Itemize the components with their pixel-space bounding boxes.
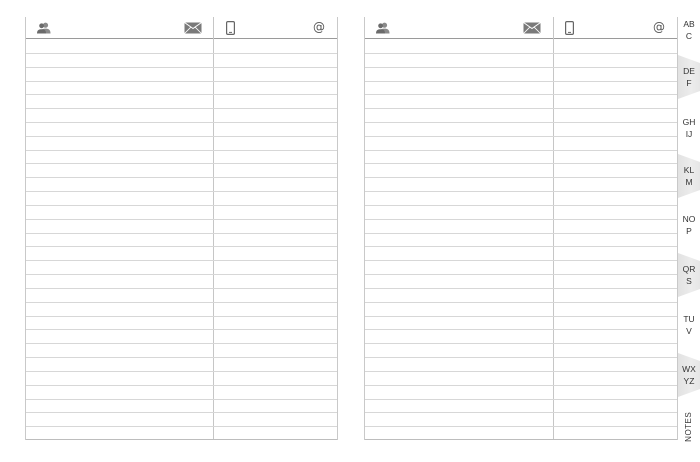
- page-bottom-edge: [365, 439, 677, 440]
- entry-line: [26, 301, 337, 303]
- address-page-left: @: [25, 17, 338, 440]
- envelope-icon: [183, 20, 203, 36]
- entry-line: [26, 218, 337, 220]
- index-tab-nop[interactable]: NO P: [678, 203, 700, 247]
- entry-line: [365, 412, 677, 414]
- entry-line: [365, 315, 677, 317]
- entry-line: [365, 135, 677, 137]
- index-tab-def[interactable]: DE F: [678, 55, 700, 99]
- index-tab-qrs[interactable]: QR S: [678, 253, 700, 297]
- entry-line: [26, 66, 337, 68]
- entry-line: [26, 149, 337, 151]
- entry-line: [26, 108, 337, 110]
- page-bottom-edge: [26, 439, 337, 440]
- entry-line: [26, 135, 337, 137]
- entry-line: [26, 191, 337, 193]
- entry-line: [26, 329, 337, 331]
- entry-line: [365, 122, 677, 123]
- entry-line: [365, 80, 677, 82]
- entry-line: [365, 149, 677, 151]
- index-tab-label: TU V: [683, 313, 695, 336]
- entry-lines: [26, 39, 337, 440]
- index-tab-ghij[interactable]: GH IJ: [678, 106, 700, 150]
- entry-line: [365, 357, 677, 358]
- entry-line: [365, 204, 677, 206]
- entry-line: [365, 246, 677, 248]
- index-tab-label: KL M: [683, 164, 695, 187]
- entry-line: [26, 287, 337, 289]
- entry-line: [26, 357, 337, 358]
- index-tab-label: NO P: [682, 213, 696, 236]
- entry-line: [365, 232, 677, 234]
- page-header: @: [26, 17, 337, 39]
- entry-line: [365, 426, 677, 428]
- index-tab-tuv[interactable]: TU V: [678, 303, 700, 347]
- page-header: @: [365, 17, 677, 39]
- index-tab-label: DE F: [683, 65, 695, 88]
- entry-line: [365, 191, 677, 193]
- email-at-symbol: @: [313, 20, 325, 34]
- entry-line: [365, 329, 677, 331]
- index-tab-label: NOTES: [684, 411, 694, 443]
- entry-line: [365, 301, 677, 303]
- entry-lines: [365, 39, 677, 440]
- entry-line: [365, 398, 677, 400]
- entry-line: [365, 370, 677, 372]
- entry-line: [365, 343, 677, 345]
- entry-line: [26, 122, 337, 123]
- entry-line: [26, 260, 337, 262]
- person-icon: [374, 20, 392, 36]
- mobile-phone-icon: [563, 20, 575, 36]
- email-at-symbol: @: [653, 20, 665, 34]
- entry-line: [26, 315, 337, 317]
- entry-line: [26, 204, 337, 206]
- entry-line: [26, 163, 337, 165]
- index-tab-wxyz[interactable]: WX YZ: [678, 353, 700, 397]
- entry-line: [26, 426, 337, 428]
- index-tab-label: WX YZ: [682, 363, 696, 386]
- entry-line: [26, 80, 337, 82]
- entry-line: [26, 246, 337, 248]
- index-tab-klm[interactable]: KL M: [678, 154, 700, 198]
- index-tab-notes[interactable]: NOTES: [678, 405, 700, 449]
- entry-line: [365, 260, 677, 262]
- index-tab-abc[interactable]: AB C: [678, 8, 700, 52]
- entry-line: [365, 287, 677, 289]
- entry-line: [26, 52, 337, 54]
- address-page-right: @: [364, 17, 678, 440]
- entry-line: [365, 66, 677, 68]
- entry-line: [26, 370, 337, 372]
- entry-line: [365, 384, 677, 386]
- entry-line: [26, 398, 337, 400]
- index-tab-label: AB C: [683, 18, 695, 41]
- entry-line: [26, 177, 337, 179]
- entry-line: [26, 274, 337, 276]
- entry-line: [365, 52, 677, 54]
- index-tab-label: QR S: [682, 263, 696, 286]
- entry-line: [26, 412, 337, 414]
- entry-line: [26, 343, 337, 345]
- mobile-phone-icon: [224, 20, 236, 36]
- entry-line: [365, 163, 677, 165]
- entry-line: [365, 94, 677, 96]
- entry-line: [365, 108, 677, 110]
- entry-line: [365, 177, 677, 179]
- entry-line: [26, 232, 337, 234]
- entry-line: [365, 218, 677, 220]
- entry-line: [26, 94, 337, 96]
- alphabet-index-tabs: AB C DE F GH IJ KL M NO P QR S TU V WX YZ NOTES: [678, 0, 700, 462]
- entry-line: [26, 384, 337, 386]
- person-icon: [35, 20, 53, 36]
- index-tab-label: GH IJ: [682, 116, 696, 139]
- envelope-icon: [522, 20, 542, 36]
- entry-line: [365, 274, 677, 276]
